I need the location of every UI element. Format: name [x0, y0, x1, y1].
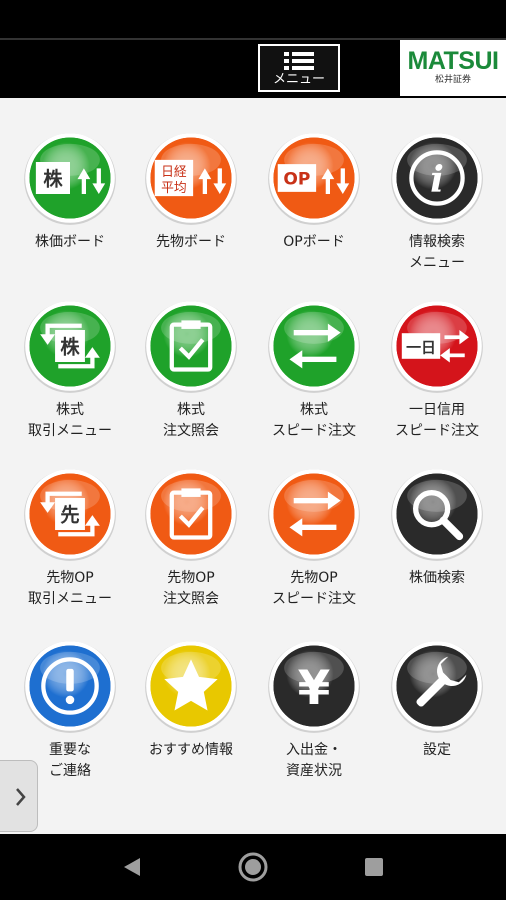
ichinichi-arrows-icon: 一日	[391, 301, 483, 393]
saki-trade-icon: 先	[24, 469, 116, 561]
tile-clipboard-check[interactable]: 株式 注文照会	[128, 298, 254, 442]
tile-label: 情報検索 メニュー	[409, 234, 465, 271]
yen-icon: ¥	[268, 641, 360, 733]
tile-clipboard-check[interactable]: 先物OP 注文照会	[128, 466, 254, 610]
clipboard-check-icon	[145, 469, 237, 561]
tile-label: おすすめ情報	[149, 742, 233, 758]
tile-nikkei-average-updown[interactable]: 日経 平均 先物ボード	[128, 130, 254, 253]
logo-brand-text: MATSUI	[407, 47, 499, 75]
tile-info[interactable]: i 情報検索 メニュー	[374, 130, 500, 274]
exclamation-icon	[24, 641, 116, 733]
exchange-arrows-icon	[268, 469, 360, 561]
tile-label: 入出金・ 資産状況	[286, 742, 342, 779]
svg-text:株: 株	[43, 167, 63, 190]
tile-label: 先物OP 注文照会	[163, 570, 219, 607]
star-icon	[145, 641, 237, 733]
system-nav-bar	[0, 834, 506, 900]
info-icon: i	[391, 133, 483, 225]
status-bar	[0, 0, 506, 38]
kabu-trade-icon: 株	[24, 301, 116, 393]
nikkei-average-updown-icon: 日経 平均	[145, 133, 237, 225]
app-header: メニュー MATSUI 松井証券	[0, 38, 506, 98]
svg-text:株: 株	[60, 335, 80, 358]
tile-label: 株式 スピード注文	[272, 402, 356, 439]
op-updown-icon: OP	[268, 133, 360, 225]
tile-exchange-arrows[interactable]: 先物OP スピード注文	[251, 466, 377, 610]
side-drawer-tab[interactable]	[0, 760, 38, 832]
svg-text:先: 先	[60, 503, 79, 526]
menu-button[interactable]: メニュー	[258, 44, 340, 92]
clipboard-check-icon	[145, 301, 237, 393]
menu-button-label: メニュー	[272, 72, 325, 87]
tile-label: 株式 取引メニュー	[28, 402, 112, 439]
wrench-icon	[391, 641, 483, 733]
svg-text:¥: ¥	[298, 661, 331, 716]
tile-op-updown[interactable]: OP OPボード	[251, 130, 377, 253]
exchange-arrows-icon	[268, 301, 360, 393]
tile-exchange-arrows[interactable]: 株式 スピード注文	[251, 298, 377, 442]
svg-text:平均: 平均	[161, 181, 187, 196]
tile-wrench[interactable]: 設定	[374, 638, 500, 761]
svg-text:日経: 日経	[161, 165, 187, 180]
tile-label: OPボード	[283, 234, 345, 250]
svg-text:OP: OP	[283, 169, 310, 189]
tile-label: 株価ボード	[35, 234, 105, 250]
tile-label: 先物ボード	[156, 234, 226, 250]
svg-text:i: i	[430, 158, 444, 201]
tile-yen[interactable]: ¥ 入出金・ 資産状況	[251, 638, 377, 782]
tile-ichinichi-arrows[interactable]: 一日 一日信用 スピード注文	[374, 298, 500, 442]
search-icon	[391, 469, 483, 561]
kabu-updown-icon: 株	[24, 133, 116, 225]
matsui-logo: MATSUI 松井証券	[400, 40, 506, 96]
tile-star[interactable]: おすすめ情報	[128, 638, 254, 761]
tile-label: 先物OP スピード注文	[272, 570, 356, 607]
chevron-right-icon	[16, 788, 26, 806]
tile-label: 株価検索	[409, 570, 465, 586]
back-icon[interactable]	[112, 848, 152, 886]
tile-label: 先物OP 取引メニュー	[28, 570, 112, 607]
svg-text:一日: 一日	[406, 338, 436, 356]
menu-grid: 株 株価ボード 日経 平均 先物ボード OP OPボード i 情報検索 メニュー…	[0, 98, 506, 834]
tile-search[interactable]: 株価検索	[374, 466, 500, 589]
list-menu-icon	[284, 52, 314, 70]
tile-label: 一日信用 スピード注文	[395, 402, 479, 439]
tile-label: 設定	[423, 742, 451, 758]
recents-icon[interactable]	[354, 848, 394, 886]
logo-sub-text: 松井証券	[434, 75, 471, 85]
tile-label: 株式 注文照会	[163, 402, 219, 439]
tile-kabu-trade[interactable]: 株 株式 取引メニュー	[7, 298, 133, 442]
tile-saki-trade[interactable]: 先 先物OP 取引メニュー	[7, 466, 133, 610]
tile-kabu-updown[interactable]: 株 株価ボード	[7, 130, 133, 253]
home-icon[interactable]	[233, 848, 273, 886]
